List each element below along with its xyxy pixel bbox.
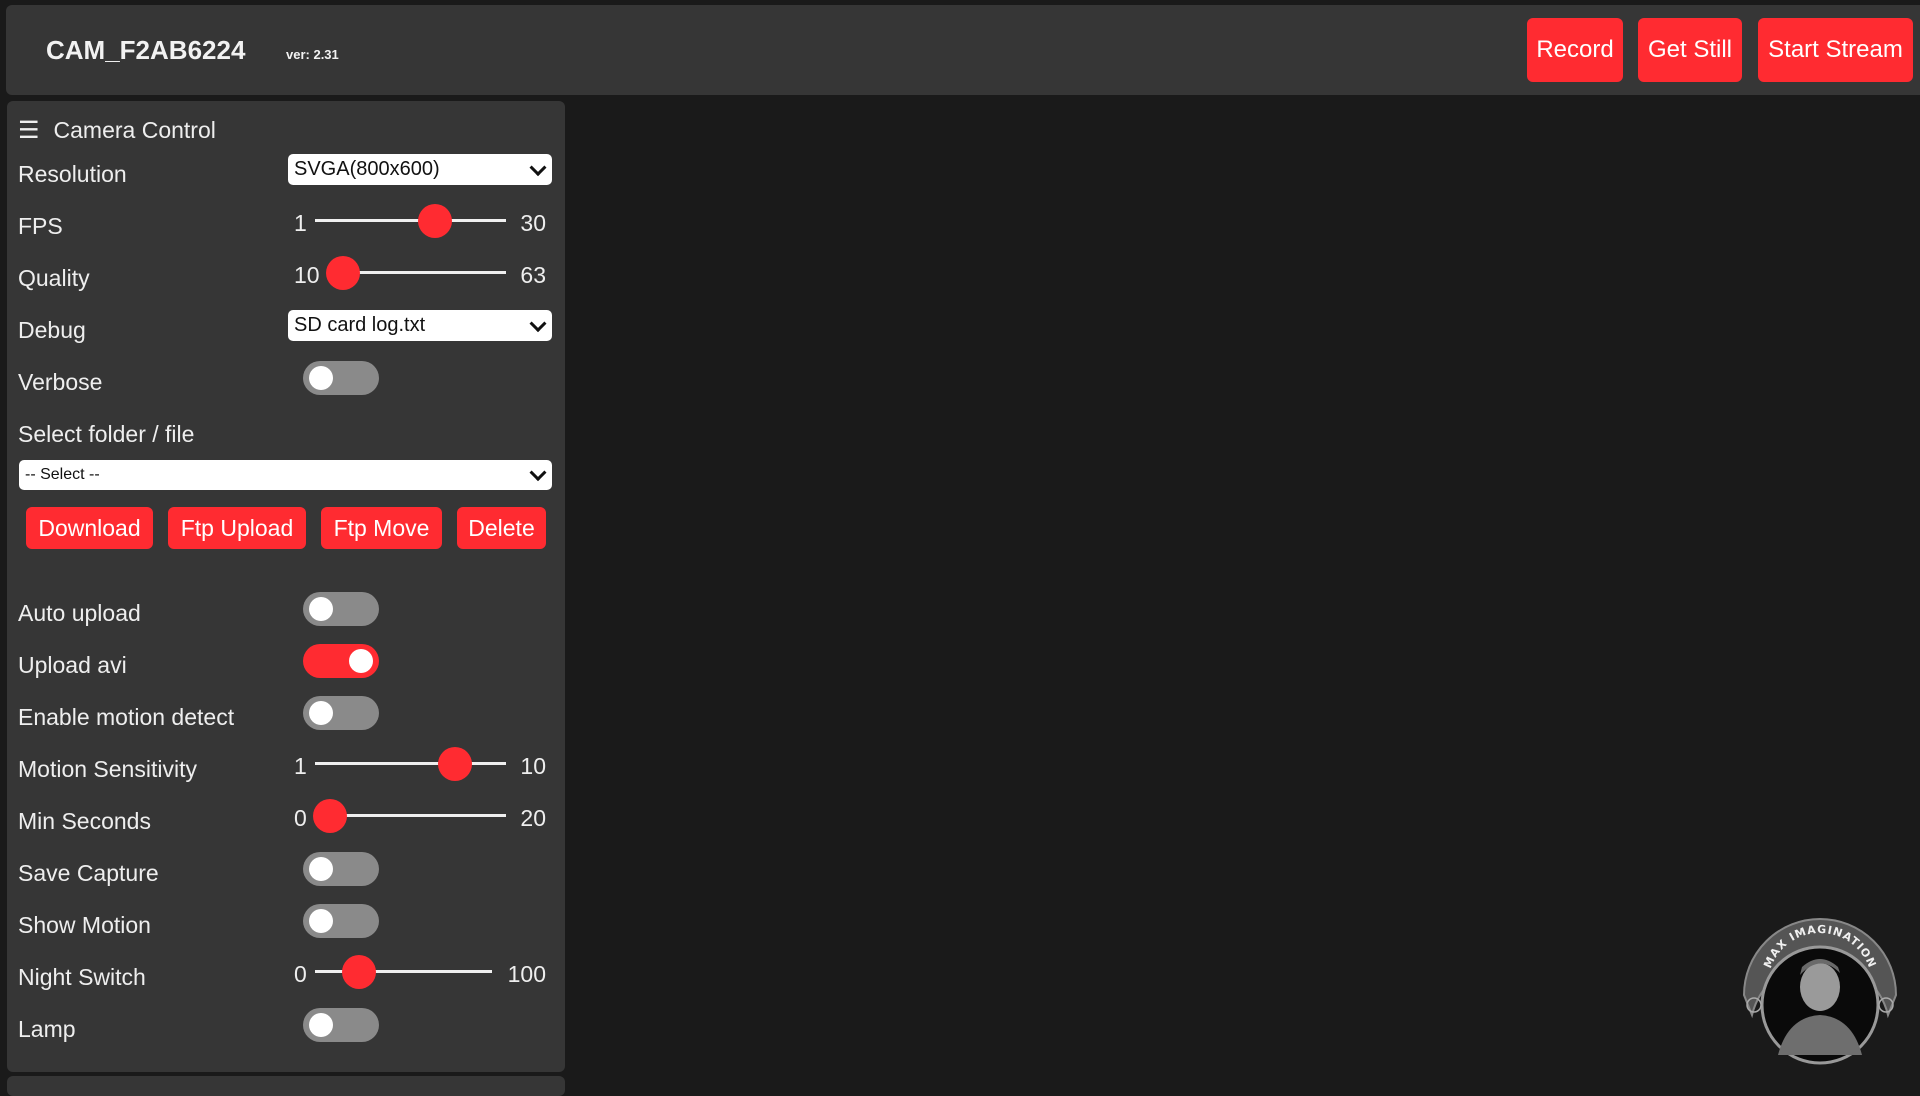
auto-upload-toggle[interactable]: [303, 592, 379, 626]
folder-file-select[interactable]: -- Select --: [19, 460, 552, 490]
toggle-knob: [309, 701, 333, 725]
fps-min: 1: [294, 210, 307, 236]
save-capture-toggle[interactable]: [303, 852, 379, 886]
chevron-down-icon: [529, 464, 547, 482]
slider-thumb[interactable]: [326, 256, 360, 290]
motion-detect-toggle[interactable]: [303, 696, 379, 730]
slider-track[interactable]: [315, 219, 506, 222]
max-imagination-logo: MAX IMAGINATION: [1738, 915, 1902, 1065]
record-button[interactable]: Record: [1527, 18, 1623, 82]
quality-min: 10: [294, 262, 320, 288]
night-switch-slider[interactable]: 0 100: [288, 955, 552, 991]
slider-thumb[interactable]: [418, 204, 453, 238]
save-capture-label: Save Capture: [18, 860, 159, 886]
verbose-label: Verbose: [18, 369, 103, 395]
motion-sensitivity-label: Motion Sensitivity: [18, 756, 197, 782]
quality-max: 63: [520, 262, 546, 288]
min-seconds-label: Min Seconds: [18, 808, 151, 834]
slider-thumb[interactable]: [313, 799, 347, 833]
lamp-toggle[interactable]: [303, 1008, 379, 1042]
motion-detect-label: Enable motion detect: [18, 704, 235, 730]
min-seconds-max: 20: [520, 805, 546, 831]
resolution-label: Resolution: [18, 161, 127, 187]
resolution-select[interactable]: SVGA(800x600): [288, 154, 552, 185]
toggle-knob: [309, 366, 333, 390]
night-switch-min: 0: [294, 961, 307, 987]
toggle-knob: [309, 909, 333, 933]
min-seconds-min: 0: [294, 805, 307, 831]
show-motion-toggle[interactable]: [303, 904, 379, 938]
motion-sensitivity-max: 10: [520, 753, 546, 779]
verbose-toggle[interactable]: [303, 361, 379, 395]
start-stream-button[interactable]: Start Stream: [1758, 18, 1913, 82]
upload-avi-label: Upload avi: [18, 652, 127, 678]
toggle-knob: [349, 649, 373, 673]
top-header: CAM_F2AB6224 ver: 2.31: [6, 5, 1920, 95]
fps-max: 30: [520, 210, 546, 236]
panel-title: Camera Control: [53, 117, 216, 143]
night-switch-label: Night Switch: [18, 964, 146, 990]
camera-name: CAM_F2AB6224: [46, 35, 246, 65]
debug-value: SD card log.txt: [294, 314, 426, 336]
toggle-knob: [309, 597, 333, 621]
fps-slider[interactable]: 1 30: [288, 204, 552, 240]
get-still-button[interactable]: Get Still: [1638, 18, 1742, 82]
delete-button[interactable]: Delete: [457, 507, 546, 549]
slider-track[interactable]: [315, 762, 506, 765]
slider-thumb[interactable]: [342, 955, 377, 989]
night-switch-max: 100: [507, 961, 546, 987]
debug-label: Debug: [18, 317, 86, 343]
auto-upload-label: Auto upload: [18, 600, 141, 626]
slider-thumb[interactable]: [438, 747, 473, 781]
toggle-knob: [309, 857, 333, 881]
show-motion-label: Show Motion: [18, 912, 151, 938]
resolution-value: SVGA(800x600): [294, 158, 440, 180]
chevron-down-icon: [529, 314, 547, 332]
download-button[interactable]: Download: [26, 507, 153, 549]
logo-badge-icon: MAX IMAGINATION: [1742, 918, 1898, 1065]
debug-select[interactable]: SD card log.txt: [288, 310, 552, 341]
toggle-knob: [309, 1013, 333, 1037]
lamp-label: Lamp: [18, 1016, 76, 1042]
version-label: ver: 2.31: [286, 47, 339, 62]
folder-label: Select folder / file: [18, 421, 195, 447]
chevron-down-icon: [529, 158, 547, 176]
quality-label: Quality: [18, 265, 90, 291]
next-panel: [7, 1076, 565, 1096]
motion-sensitivity-min: 1: [294, 753, 307, 779]
ftp-move-button[interactable]: Ftp Move: [321, 507, 442, 549]
upload-avi-toggle[interactable]: [303, 644, 379, 678]
panel-header[interactable]: ☰ Camera Control: [18, 117, 216, 144]
folder-value: -- Select --: [25, 466, 100, 483]
portrait-face: [1800, 963, 1840, 1011]
hamburger-menu-icon[interactable]: ☰: [18, 118, 40, 143]
ftp-upload-button[interactable]: Ftp Upload: [168, 507, 306, 549]
motion-sensitivity-slider[interactable]: 1 10: [288, 747, 552, 783]
min-seconds-slider[interactable]: 0 20: [288, 799, 552, 835]
fps-label: FPS: [18, 213, 63, 239]
quality-slider[interactable]: 10 63: [288, 256, 552, 292]
